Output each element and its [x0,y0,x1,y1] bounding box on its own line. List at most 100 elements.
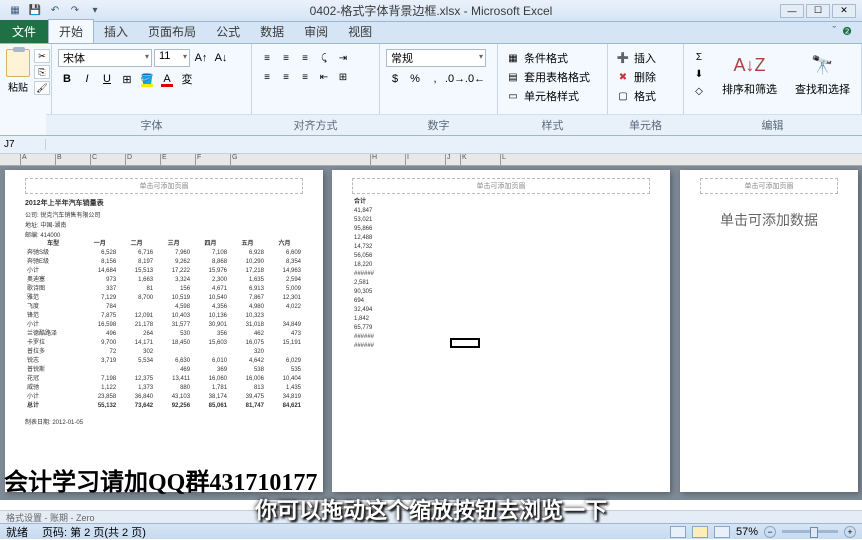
group-font-label: 字体 [46,114,257,135]
ribbon-tabs: 文件 开始 插入 页面布局 公式 数据 审阅 视图 ˇ ❷ [0,22,862,44]
indent-dec-icon[interactable]: ⇤ [315,68,333,86]
add-data-hint[interactable]: 单击可添加数据 [680,210,858,230]
dec-decimal-icon[interactable]: .0← [466,70,484,88]
paste-label: 粘贴 [8,79,28,94]
font-name-select[interactable]: 宋体 [58,49,152,67]
comma-icon[interactable]: , [426,70,444,88]
cut-icon[interactable]: ✂ [34,49,50,63]
active-cell[interactable] [450,338,480,348]
summary-table: 合计41,84753,02195,86612,48814,73256,05618… [352,198,650,351]
group-number: 常规 $ % , .0→ .0← 数字 [380,44,498,135]
page-layout-view-button[interactable] [692,526,708,538]
currency-icon[interactable]: $ [386,70,404,88]
formula-bar-row: J7 [0,136,862,154]
align-bottom-icon[interactable]: ≡ [296,49,314,67]
cell-style-icon: ▭ [506,89,520,103]
group-style-label: 样式 [492,114,613,135]
file-tab[interactable]: 文件 [0,20,48,43]
delete-cells-button[interactable]: ✖删除 [614,68,658,86]
watermark-text: 会计学习请加QQ群431710177 [4,462,317,497]
minimize-button[interactable]: — [780,4,804,18]
tab-data[interactable]: 数据 [250,20,294,43]
cell-style-button[interactable]: ▭单元格样式 [504,87,592,105]
tab-view[interactable]: 视图 [338,20,382,43]
align-left-icon[interactable]: ≡ [258,68,276,86]
align-center-icon[interactable]: ≡ [277,68,295,86]
increase-font-icon[interactable]: A↑ [192,49,210,67]
header-placeholder[interactable]: 单击可添加页眉 [352,178,650,194]
bold-button[interactable]: B [58,70,76,88]
format-cells-button[interactable]: ▢格式 [614,87,658,105]
tab-insert[interactable]: 插入 [94,20,138,43]
eraser-icon: ◇ [692,84,706,98]
report-table: 2012年上半年汽车销量表 公司: 锐克汽车销售有限公司 地址: 中国-湖南 邮… [25,198,303,426]
copy-icon[interactable]: ⎘ [34,65,50,79]
find-select-button[interactable]: 🔭 查找和选择 [791,49,854,99]
autosum-button[interactable]: Σ [690,49,708,65]
align-right-icon[interactable]: ≡ [296,68,314,86]
font-color-icon[interactable]: A [158,70,176,88]
binoculars-icon: 🔭 [809,51,837,79]
save-icon[interactable]: 💾 [28,4,42,18]
maximize-button[interactable]: ☐ [806,4,830,18]
fill-color-icon[interactable]: 🪣 [138,70,156,88]
insert-cells-button[interactable]: ➕插入 [614,49,658,67]
paste-icon[interactable] [6,49,30,77]
page-3[interactable]: 单击可添加页眉 单击可添加数据 [680,170,858,492]
page-2[interactable]: 单击可添加页眉 合计41,84753,02195,86612,48814,732… [332,170,670,492]
format-painter-icon[interactable]: 🖌 [34,81,50,95]
merge-icon[interactable]: ⊞ [334,68,352,86]
redo-icon[interactable]: ↷ [68,4,82,18]
group-cells-label: 单元格 [602,114,689,135]
tab-review[interactable]: 审阅 [294,20,338,43]
zoom-percent[interactable]: 57% [736,526,758,538]
border-icon[interactable]: ⊞ [118,70,136,88]
zoom-slider[interactable] [782,530,838,533]
percent-icon[interactable]: % [406,70,424,88]
inc-decimal-icon[interactable]: .0→ [446,70,464,88]
orientation-icon[interactable]: ⤹ [315,49,333,67]
underline-button[interactable]: U [98,70,116,88]
zoom-out-button[interactable]: − [764,526,776,538]
clear-button[interactable]: ◇ [690,83,708,99]
undo-icon[interactable]: ↶ [48,4,62,18]
sort-filter-button[interactable]: A↓Z 排序和筛选 [718,49,781,99]
header-placeholder[interactable]: 单击可添加页眉 [25,178,303,194]
group-cells: ➕插入 ✖删除 ▢格式 单元格 [608,44,684,135]
window-title: 0402-格式字体背景边框.xlsx - Microsoft Excel [310,2,553,19]
font-size-select[interactable]: 11 [154,49,190,67]
tab-home[interactable]: 开始 [48,19,94,43]
page-layout-preview[interactable]: ABCDEFGHIJKL 单击可添加页眉 2012年上半年汽车销量表 公司: 锐… [0,154,862,500]
status-page: 页码: 第 2 页(共 2 页) [42,524,146,540]
minimize-ribbon-icon[interactable]: ˇ [832,25,836,38]
group-edit-label: 编辑 [678,114,862,135]
table-format-button[interactable]: ▤套用表格格式 [504,68,592,86]
conditional-format-button[interactable]: ▦条件格式 [504,49,592,67]
sigma-icon: Σ [692,50,706,64]
close-button[interactable]: ✕ [832,4,856,18]
header-placeholder[interactable]: 单击可添加页眉 [700,178,838,194]
italic-button[interactable]: I [78,70,96,88]
align-middle-icon[interactable]: ≡ [277,49,295,67]
decrease-font-icon[interactable]: A↓ [212,49,230,67]
fill-button[interactable]: ⬇ [690,66,708,82]
page-1[interactable]: 单击可添加页眉 2012年上半年汽车销量表 公司: 锐克汽车销售有限公司 地址:… [5,170,323,492]
align-top-icon[interactable]: ≡ [258,49,276,67]
title-bar: ▦ 💾 ↶ ↷ ▾ 0402-格式字体背景边框.xlsx - Microsoft… [0,0,862,22]
cond-format-icon: ▦ [506,51,520,65]
zoom-in-button[interactable]: + [844,526,856,538]
tab-formulas[interactable]: 公式 [206,20,250,43]
insert-icon: ➕ [616,51,630,65]
tab-layout[interactable]: 页面布局 [138,20,206,43]
phonetic-icon[interactable]: 変 [178,70,196,88]
number-format-select[interactable]: 常规 [386,49,486,67]
format-icon: ▢ [616,89,630,103]
group-editing: Σ ⬇ ◇ A↓Z 排序和筛选 🔭 查找和选择 编辑 [684,44,862,135]
name-box[interactable]: J7 [0,139,46,150]
page-break-view-button[interactable] [714,526,730,538]
normal-view-button[interactable] [670,526,686,538]
qat-dropdown-icon[interactable]: ▾ [88,4,102,18]
help-icon[interactable]: ❷ [842,25,852,38]
wrap-text-icon[interactable]: ⇥ [334,49,352,67]
group-clipboard: 粘贴 ✂ ⎘ 🖌 [0,44,52,135]
